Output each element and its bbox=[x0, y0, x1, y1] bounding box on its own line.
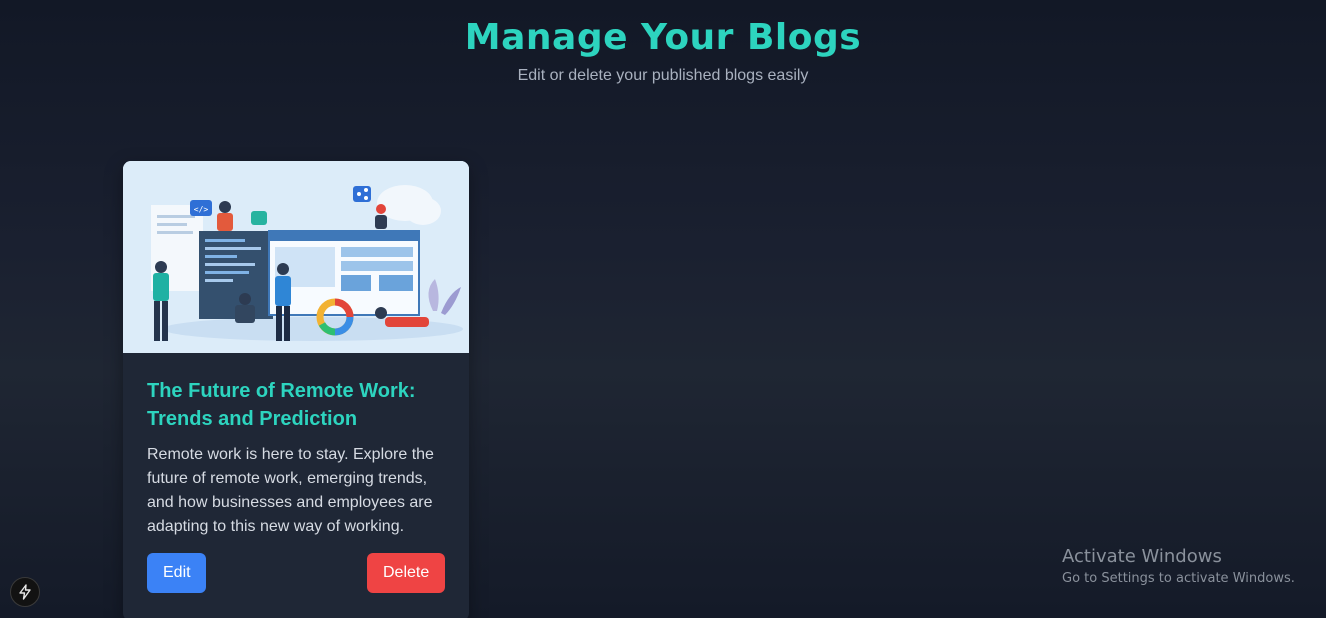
page-header: Manage Your Blogs Edit or delete your pu… bbox=[0, 16, 1326, 86]
svg-text:</>: </> bbox=[194, 205, 209, 214]
lightning-bolt-icon bbox=[19, 584, 31, 600]
delete-button[interactable]: Delete bbox=[367, 553, 445, 593]
blog-card: </> The Future of Remote Work: Trends an… bbox=[123, 161, 469, 618]
edit-button[interactable]: Edit bbox=[147, 553, 206, 593]
blog-title: The Future of Remote Work: Trends and Pr… bbox=[147, 380, 416, 430]
page-title: Manage Your Blogs bbox=[464, 17, 862, 58]
blog-card-actions: Edit Delete bbox=[147, 553, 445, 593]
watermark-title: Activate Windows bbox=[1062, 546, 1222, 567]
dev-indicator-button[interactable] bbox=[10, 577, 40, 607]
page-subtitle: Edit or delete your published blogs easi… bbox=[517, 67, 809, 84]
blog-card-image: </> bbox=[123, 161, 469, 353]
blog-description: Remote work is here to stay. Explore the… bbox=[147, 446, 434, 535]
blog-card-body: The Future of Remote Work: Trends and Pr… bbox=[123, 353, 469, 539]
watermark-subtitle: Go to Settings to activate Windows. bbox=[1062, 571, 1295, 586]
activate-windows-watermark: Activate Windows Go to Settings to activ… bbox=[1062, 546, 1295, 586]
